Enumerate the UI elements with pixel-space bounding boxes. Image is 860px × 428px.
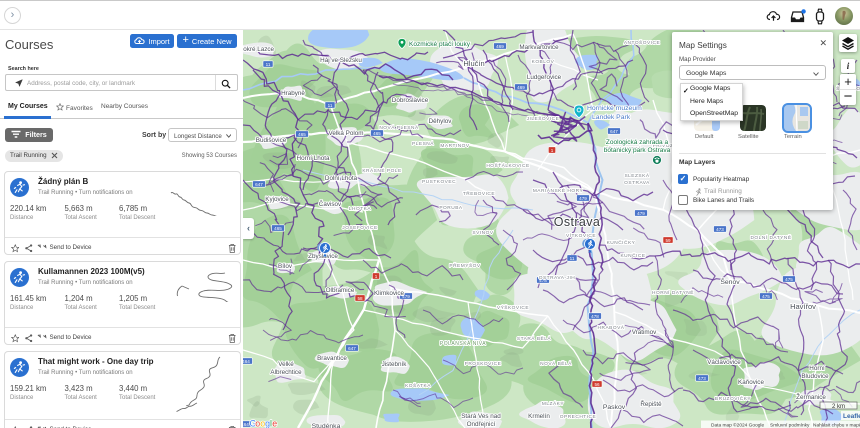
svg-text:464: 464	[243, 422, 249, 427]
svg-text:479: 479	[579, 196, 587, 201]
svg-text:Nahlásit chybu v mapě: Nahlásit chybu v mapě	[813, 423, 860, 428]
svg-text:475: 475	[762, 294, 770, 299]
svg-text:Bludovice: Bludovice	[801, 373, 829, 380]
svg-text:Budišovice: Budišovice	[256, 137, 287, 144]
svg-text:Kozmické ptačí louky: Kozmické ptačí louky	[409, 41, 471, 48]
svg-text:Klimkovice: Klimkovice	[374, 290, 405, 297]
svg-text:PORUBA: PORUBA	[439, 205, 463, 211]
svg-text:Albrechtice: Albrechtice	[270, 369, 302, 376]
svg-text:465: 465	[373, 131, 381, 136]
svg-text:465: 465	[298, 132, 306, 137]
svg-text:PROSKOVICE: PROSKOVICE	[465, 361, 502, 367]
svg-text:Landek Park: Landek Park	[592, 114, 631, 121]
svg-text:469: 469	[517, 85, 525, 90]
svg-text:POLANSKÁ NIVA: POLANSKÁ NIVA	[440, 340, 486, 347]
svg-text:SLEZSKÁ: SLEZSKÁ	[624, 172, 649, 179]
svg-text:Ostrava: Ostrava	[554, 215, 601, 229]
svg-text:59: 59	[665, 238, 671, 243]
svg-text:Paskov: Paskov	[603, 404, 626, 411]
svg-text:JILEŠOVICE: JILEŠOVICE	[527, 115, 560, 122]
svg-text:Leaflet: Leaflet	[843, 413, 860, 420]
svg-text:Děhylov: Děhylov	[429, 118, 453, 125]
svg-text:56: 56	[594, 382, 600, 387]
svg-text:58: 58	[357, 296, 363, 301]
svg-text:KOŠATKA: KOŠATKA	[405, 382, 431, 389]
svg-text:Studénka: Studénka	[312, 423, 341, 428]
svg-text:Krmelín: Krmelín	[528, 413, 550, 420]
svg-text:MLZÁKY: MLZÁKY	[542, 400, 564, 407]
svg-text:473: 473	[716, 227, 724, 232]
svg-text:647: 647	[255, 182, 263, 187]
svg-text:Markvartovice: Markvartovice	[519, 44, 559, 51]
svg-text:OSTRAVA-JIH: OSTRAVA-JIH	[539, 275, 576, 281]
svg-text:Velká Polom: Velká Polom	[328, 130, 363, 137]
svg-text:Bravantice: Bravantice	[317, 355, 347, 362]
svg-text:MARIÁNSKÉ HORY: MARIÁNSKÉ HORY	[533, 187, 584, 194]
svg-text:Šenov: Šenov	[720, 277, 740, 286]
svg-text:Hornické muzeum: Hornické muzeum	[587, 105, 642, 112]
svg-text:VÍTKOVICE: VÍTKOVICE	[566, 232, 596, 239]
svg-text:Zoologická zahrada a: Zoologická zahrada a	[606, 139, 669, 146]
svg-text:Stará Ves nad: Stará Ves nad	[461, 413, 501, 420]
svg-text:KUNČIČKY: KUNČIČKY	[607, 239, 636, 246]
svg-text:479: 479	[637, 211, 645, 216]
svg-text:473: 473	[698, 376, 706, 381]
svg-text:botanický park Ostrava: botanický park Ostrava	[604, 147, 671, 154]
svg-text:1: 1	[375, 274, 378, 279]
svg-text:HRABOVÁ: HRABOVÁ	[598, 324, 625, 331]
svg-text:Olbramice: Olbramice	[326, 287, 355, 294]
svg-text:Havířov: Havířov	[790, 302, 816, 311]
svg-text:Horní: Horní	[809, 365, 825, 372]
svg-text:KOBLOV: KOBLOV	[532, 59, 555, 65]
svg-text:Ludgeřovice: Ludgeřovice	[527, 74, 562, 81]
svg-text:PUSTKOVEC: PUSTKOVEC	[422, 179, 456, 185]
svg-text:Dolní Lhota: Dolní Lhota	[325, 175, 358, 182]
svg-text:475: 475	[785, 277, 793, 282]
svg-text:Kaňovice: Kaňovice	[738, 379, 764, 386]
svg-text:1: 1	[551, 148, 554, 153]
svg-text:647: 647	[610, 129, 618, 134]
svg-text:Vratimov: Vratimov	[632, 329, 657, 336]
svg-text:Jistebník: Jistebník	[382, 361, 408, 368]
svg-text:OPRECHTICE: OPRECHTICE	[560, 414, 596, 420]
svg-text:Mokré Lazce: Mokré Lazce	[243, 46, 275, 53]
svg-text:465: 465	[274, 226, 282, 231]
svg-text:11: 11	[266, 62, 271, 67]
svg-text:BRUZOVIČKY: BRUZOVIČKY	[715, 395, 751, 402]
svg-text:VÝŠKOVICE: VÝŠKOVICE	[497, 304, 529, 311]
svg-text:Hrabyně: Hrabyně	[281, 90, 305, 97]
svg-text:PLESNÁ: PLESNÁ	[412, 140, 434, 147]
svg-text:NOVÁ PLESNÁ: NOVÁ PLESNÁ	[379, 124, 419, 131]
svg-text:464: 464	[243, 359, 250, 364]
svg-text:SVINOV: SVINOV	[472, 230, 493, 236]
svg-text:647: 647	[348, 346, 356, 351]
svg-text:KUNČICE: KUNČICE	[620, 252, 645, 259]
svg-text:MARTINOV: MARTINOV	[440, 143, 470, 149]
svg-text:OSTRAVA: OSTRAVA	[624, 180, 650, 186]
svg-text:Čavisov: Čavisov	[319, 199, 342, 208]
svg-text:11: 11	[570, 256, 575, 261]
svg-text:Horní Lhota: Horní Lhota	[297, 155, 330, 162]
svg-text:478: 478	[591, 314, 599, 319]
svg-text:Háj ve Slezsku: Háj ve Slezsku	[320, 57, 362, 64]
svg-text:KRÁSNÉ POLE: KRÁSNÉ POLE	[362, 167, 401, 174]
svg-text:Žermanice: Žermanice	[796, 392, 826, 401]
svg-text:Hlučín: Hlučín	[463, 59, 484, 68]
svg-text:469: 469	[496, 44, 504, 49]
svg-text:Kyjovice: Kyjovice	[265, 196, 289, 203]
svg-text:LHOTKA: LHOTKA	[349, 206, 371, 212]
svg-text:ANTOŠOVICE: ANTOŠOVICE	[624, 39, 660, 46]
svg-text:11: 11	[328, 103, 333, 108]
svg-text:Václavovice: Václavovice	[707, 359, 741, 366]
svg-text:Řepiště: Řepiště	[640, 399, 662, 408]
svg-text:Bílov: Bílov	[278, 263, 293, 270]
svg-text:Ondřejnicí: Ondřejnicí	[467, 421, 496, 428]
svg-text:2 km: 2 km	[832, 404, 845, 410]
svg-text:Dobroslavice: Dobroslavice	[392, 97, 429, 104]
svg-text:Smluvní podmínky: Smluvní podmínky	[770, 423, 810, 428]
svg-text:e: e	[272, 419, 277, 428]
svg-text:JOSEFOVICE: JOSEFOVICE	[342, 225, 377, 231]
svg-text:Velké: Velké	[278, 361, 294, 368]
